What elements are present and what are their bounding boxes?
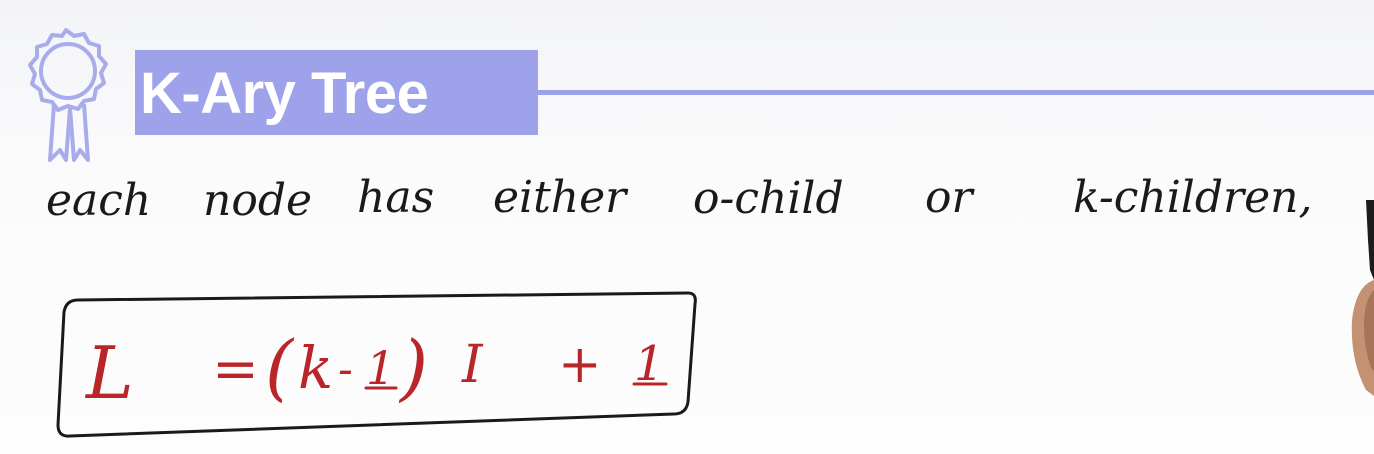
- word-o-child: o-child: [693, 173, 844, 224]
- formula-lhs: L: [84, 331, 134, 415]
- formula-minus: -: [338, 344, 353, 395]
- formula-close-paren: ): [398, 325, 428, 409]
- word-k-children: k-children,: [1073, 172, 1312, 223]
- word-each: each: [46, 175, 151, 226]
- formula-k: k: [298, 334, 333, 402]
- formula-plus: +: [558, 335, 602, 395]
- handwritten-content: each node has either o-child or k-childr…: [46, 172, 1312, 438]
- word-or: or: [925, 172, 975, 223]
- word-either: either: [493, 172, 629, 223]
- word-has: has: [357, 172, 434, 223]
- formula-I: I: [461, 335, 484, 395]
- slide: { "slide": { "title": "K-Ary Tree", "def…: [0, 0, 1374, 454]
- word-node: node: [203, 175, 312, 226]
- presenter-silhouette: [1351, 200, 1374, 396]
- formula-open-paren: (: [265, 325, 295, 409]
- formula-equals: =: [212, 337, 259, 402]
